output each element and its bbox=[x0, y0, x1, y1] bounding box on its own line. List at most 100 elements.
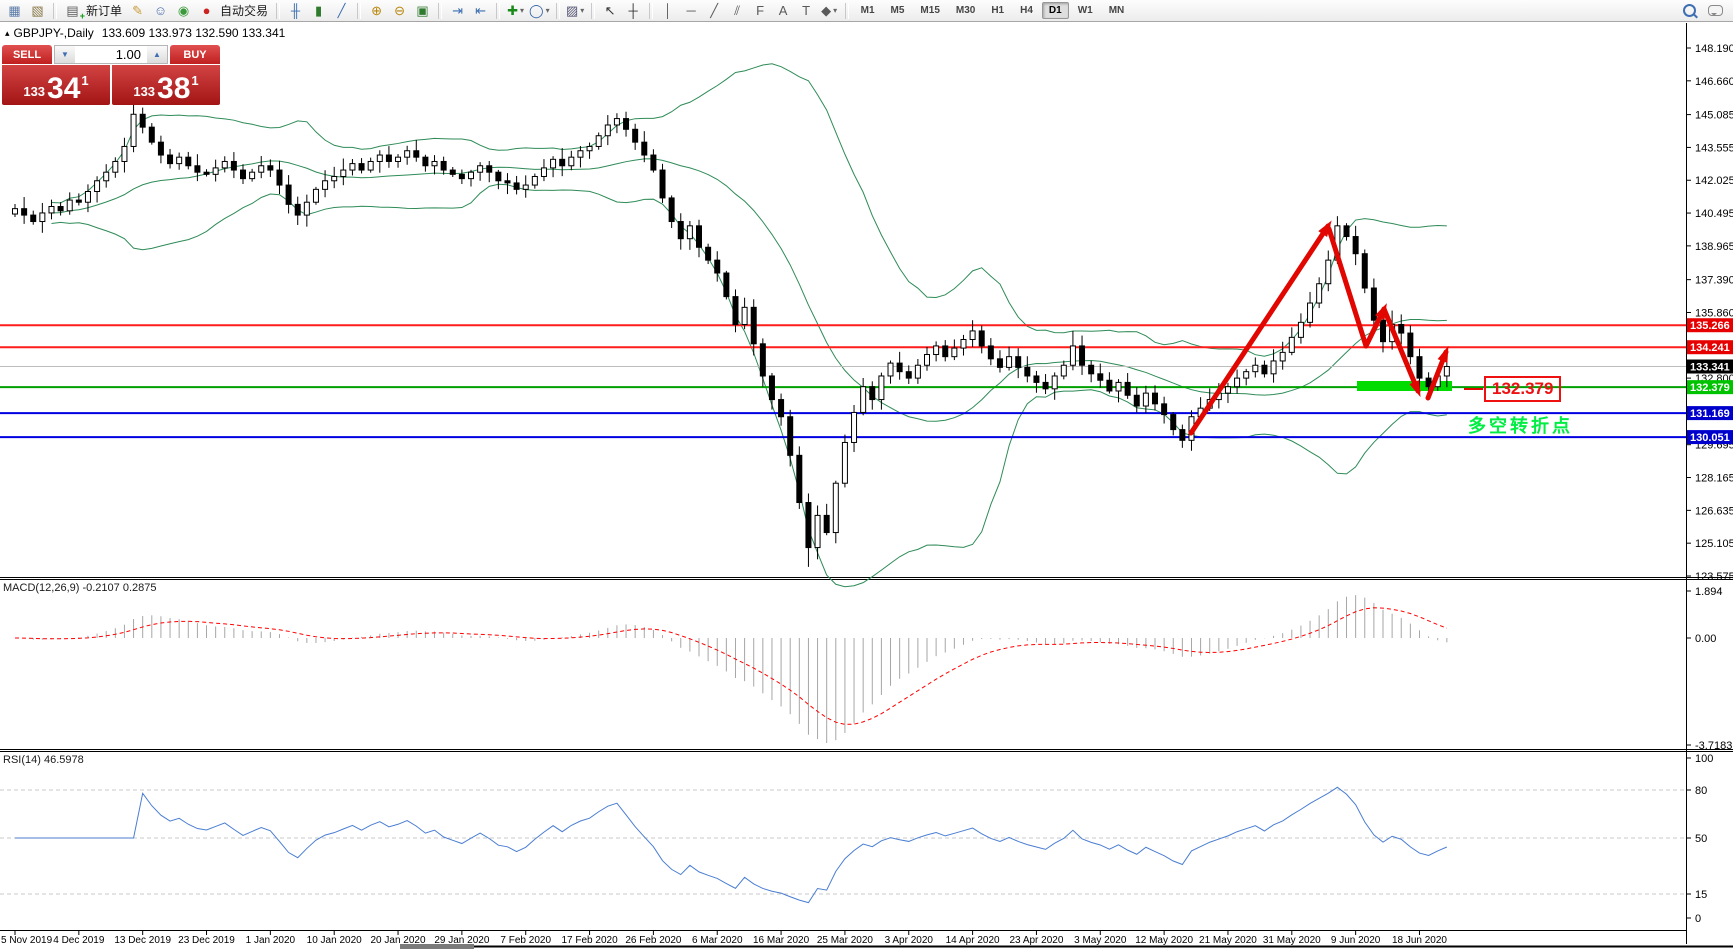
timeframe-d1[interactable]: D1 bbox=[1042, 2, 1069, 19]
dropdown-arrow-icon: ▾ bbox=[833, 7, 837, 15]
volume-increase-button[interactable]: ▲ bbox=[147, 46, 167, 63]
fibonacci-icon[interactable]: F bbox=[749, 2, 772, 20]
price-tick-label: 143.555 bbox=[1695, 142, 1733, 154]
shapes-icon[interactable]: ◆▾ bbox=[818, 2, 841, 20]
macd-label: MACD(12,26,9) -0.2107 0.2875 bbox=[3, 582, 156, 594]
toolbar-separator bbox=[496, 3, 500, 19]
text-icon[interactable]: A bbox=[772, 2, 795, 20]
price-tick-label: 146.660 bbox=[1695, 76, 1733, 88]
date-label: 3 May 2020 bbox=[1074, 935, 1127, 946]
date-label: 6 Mar 2020 bbox=[692, 935, 743, 946]
autotrading-icon[interactable]: ● bbox=[195, 2, 218, 20]
dropdown-arrow-icon: ▾ bbox=[546, 7, 550, 15]
vertical-line-icon[interactable]: │ bbox=[657, 2, 680, 20]
buy-button[interactable]: BUY bbox=[170, 45, 220, 64]
new-order-icon[interactable]: ▤+ bbox=[61, 2, 84, 20]
templates-icon[interactable]: ▨▾ bbox=[564, 2, 587, 20]
sell-button[interactable]: SELL bbox=[2, 45, 52, 64]
autotrading-icon-label[interactable]: 自动交易 bbox=[220, 2, 268, 19]
volume-value[interactable]: 1.00 bbox=[75, 46, 147, 63]
price-tick-label: 145.085 bbox=[1695, 110, 1733, 122]
rsi-axis-label: 80 bbox=[1695, 785, 1707, 797]
profiles-icon[interactable]: ▧ bbox=[26, 2, 49, 20]
chart-canvas[interactable]: 148.190146.660145.085143.555142.025140.4… bbox=[0, 0, 1733, 950]
bar-chart-icon[interactable]: ╫ bbox=[284, 2, 307, 20]
timeframe-h1[interactable]: H1 bbox=[984, 2, 1011, 19]
equidistant-channel-icon[interactable]: ⫽ bbox=[726, 2, 749, 20]
price-tick-label: 140.495 bbox=[1695, 208, 1733, 220]
price-badge-label: 131.169 bbox=[1690, 408, 1730, 420]
date-label: 4 Dec 2019 bbox=[53, 935, 105, 946]
rsi-axis-label: 15 bbox=[1695, 889, 1707, 901]
experts-icon[interactable]: ☺ bbox=[149, 2, 172, 20]
timeframe-mn[interactable]: MN bbox=[1102, 2, 1132, 19]
timeframe-m15[interactable]: M15 bbox=[913, 2, 946, 19]
horizontal-line-icon[interactable]: ─ bbox=[680, 2, 703, 20]
date-label: 20 Jan 2020 bbox=[371, 935, 426, 946]
ask-figure: 133 bbox=[133, 84, 155, 99]
macd-axis-label: 1.894 bbox=[1695, 586, 1723, 598]
line-chart-icon[interactable]: ╱ bbox=[330, 2, 353, 20]
toolbar-separator bbox=[845, 3, 849, 19]
price-badge-label: 133.341 bbox=[1690, 362, 1730, 374]
price-tick-label: 125.105 bbox=[1695, 538, 1733, 550]
signals-icon[interactable]: ◉ bbox=[172, 2, 195, 20]
macd-axis-label: 0.00 bbox=[1695, 633, 1716, 645]
timeframe-h4[interactable]: H4 bbox=[1013, 2, 1040, 19]
toolbar: ▦▧▤+新订单✎☺◉●自动交易╫▮╱⊕⊖▣⇥⇤✚▾◯▾▨▾↖┼│─╱⫽FAT◆▾… bbox=[0, 0, 1733, 22]
date-label: 26 Feb 2020 bbox=[625, 935, 682, 946]
support-price-flag[interactable]: 132.379 bbox=[1484, 376, 1561, 402]
one-click-trading-panel: SELL ▼ 1.00 ▲ BUY 133 34 1 133 38 1 bbox=[2, 45, 220, 105]
date-label: 1 Jan 2020 bbox=[246, 935, 296, 946]
auto-scroll-icon[interactable]: ⇥ bbox=[446, 2, 469, 20]
chart-title: ▴GBPJPY-,Daily133.609 133.973 132.590 13… bbox=[5, 26, 285, 40]
text-label-icon[interactable]: T bbox=[795, 2, 818, 20]
toolbar-separator bbox=[591, 3, 595, 19]
price-badge-label: 134.241 bbox=[1690, 342, 1730, 354]
dropdown-arrow-icon: ▾ bbox=[520, 7, 524, 15]
zoom-in-icon[interactable]: ⊕ bbox=[365, 2, 388, 20]
new-chart-icon[interactable]: ▦ bbox=[3, 2, 26, 20]
crosshair-icon[interactable]: ┼ bbox=[622, 2, 645, 20]
date-label: 23 Dec 2019 bbox=[178, 935, 235, 946]
date-label: 21 May 2020 bbox=[1199, 935, 1257, 946]
ask-pips: 38 bbox=[157, 75, 190, 102]
search-icon[interactable] bbox=[1683, 4, 1696, 17]
price-tick-label: 123.575 bbox=[1695, 571, 1733, 583]
toolbar-separator bbox=[53, 3, 57, 19]
timeframe-w1[interactable]: W1 bbox=[1071, 2, 1100, 19]
date-label: 7 Feb 2020 bbox=[500, 935, 551, 946]
timeframe-m1[interactable]: M1 bbox=[854, 2, 882, 19]
ask-price[interactable]: 133 38 1 bbox=[112, 65, 220, 105]
indicators-icon[interactable]: ✚▾ bbox=[504, 2, 527, 20]
candlestick-chart-icon[interactable]: ▮ bbox=[307, 2, 330, 20]
toolbar-separator bbox=[276, 3, 280, 19]
periods-icon[interactable]: ◯▾ bbox=[527, 2, 552, 20]
date-label: 13 Dec 2019 bbox=[114, 935, 171, 946]
toolbar-separator bbox=[649, 3, 653, 19]
tile-windows-icon[interactable]: ▣ bbox=[411, 2, 434, 20]
symbol-period-label: GBPJPY-,Daily bbox=[14, 26, 94, 40]
chart-shift-icon[interactable]: ⇤ bbox=[469, 2, 492, 20]
timeframe-m5[interactable]: M5 bbox=[884, 2, 912, 19]
trendline-icon[interactable]: ╱ bbox=[703, 2, 726, 20]
price-tick-label: 126.635 bbox=[1695, 505, 1733, 517]
date-label: 25 Mar 2020 bbox=[817, 935, 874, 946]
timeframe-m30[interactable]: M30 bbox=[949, 2, 982, 19]
date-label: 12 May 2020 bbox=[1135, 935, 1193, 946]
cursor-icon[interactable]: ↖ bbox=[599, 2, 622, 20]
turning-point-text: 多空转折点 bbox=[1468, 412, 1573, 438]
bid-pips: 34 bbox=[47, 75, 80, 102]
metaeditor-icon[interactable]: ✎ bbox=[126, 2, 149, 20]
new-order-icon-label[interactable]: 新订单 bbox=[86, 2, 122, 19]
macd-axis-label: -3.7183 bbox=[1695, 740, 1732, 752]
toolbar-separator bbox=[556, 3, 560, 19]
volume-decrease-button[interactable]: ▼ bbox=[55, 46, 75, 63]
bid-price[interactable]: 133 34 1 bbox=[2, 65, 110, 105]
date-label: 9 Jun 2020 bbox=[1331, 935, 1381, 946]
rsi-axis-label: 100 bbox=[1695, 753, 1713, 765]
chat-icon[interactable] bbox=[1708, 5, 1723, 16]
ask-pipette: 1 bbox=[191, 73, 198, 88]
zoom-out-icon[interactable]: ⊖ bbox=[388, 2, 411, 20]
rsi-axis-label: 50 bbox=[1695, 833, 1707, 845]
